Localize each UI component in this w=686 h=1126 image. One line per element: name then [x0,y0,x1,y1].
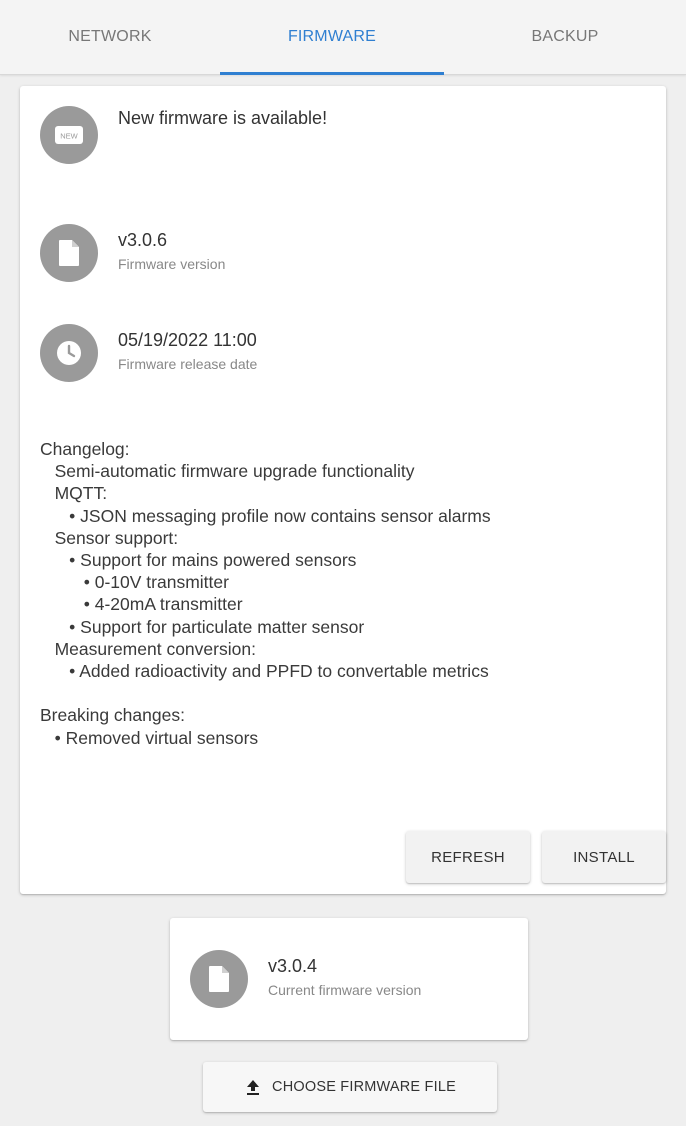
active-tab-indicator [220,72,444,75]
current-firmware-text: v3.0.4 Current firmware version [268,954,421,998]
tab-firmware[interactable]: FIRMWARE [220,0,444,74]
file-icon [40,224,98,282]
upload-icon [244,1078,262,1096]
choose-firmware-file-button[interactable]: CHOOSE FIRMWARE FILE [203,1062,497,1112]
new-firmware-text: New firmware is available! [118,106,327,130]
firmware-update-card: NEW New firmware is available! v3.0.6 Fi… [20,86,666,894]
tab-backup[interactable]: BACKUP [444,0,686,74]
refresh-button[interactable]: REFRESH [406,831,530,883]
install-button[interactable]: INSTALL [542,831,666,883]
new-firmware-title: New firmware is available! [118,108,328,128]
current-firmware-label: Current firmware version [268,982,422,998]
current-firmware-version: v3.0.4 [268,956,318,976]
firmware-version-label: Firmware version [118,256,226,272]
choose-firmware-file-label: CHOOSE FIRMWARE FILE [272,1079,456,1095]
file-icon [190,950,248,1008]
tab-network[interactable]: NETWORK [0,0,220,74]
changelog-text: Changelog: Semi-automatic firmware upgra… [40,439,491,748]
new-badge-icon: NEW [40,106,98,164]
firmware-release-date-text: 05/19/2022 11:00 Firmware release date [118,328,257,372]
new-badge-text: NEW [60,132,78,141]
current-firmware-card: v3.0.4 Current firmware version [170,918,528,1040]
firmware-version-text: v3.0.6 Firmware version [118,228,225,272]
firmware-release-date-label: Firmware release date [118,356,258,372]
clock-icon [40,324,98,382]
firmware-release-date-value: 05/19/2022 11:00 [118,330,257,350]
firmware-version-value: v3.0.6 [118,230,168,250]
tab-bar: NETWORK FIRMWARE BACKUP [0,0,686,75]
